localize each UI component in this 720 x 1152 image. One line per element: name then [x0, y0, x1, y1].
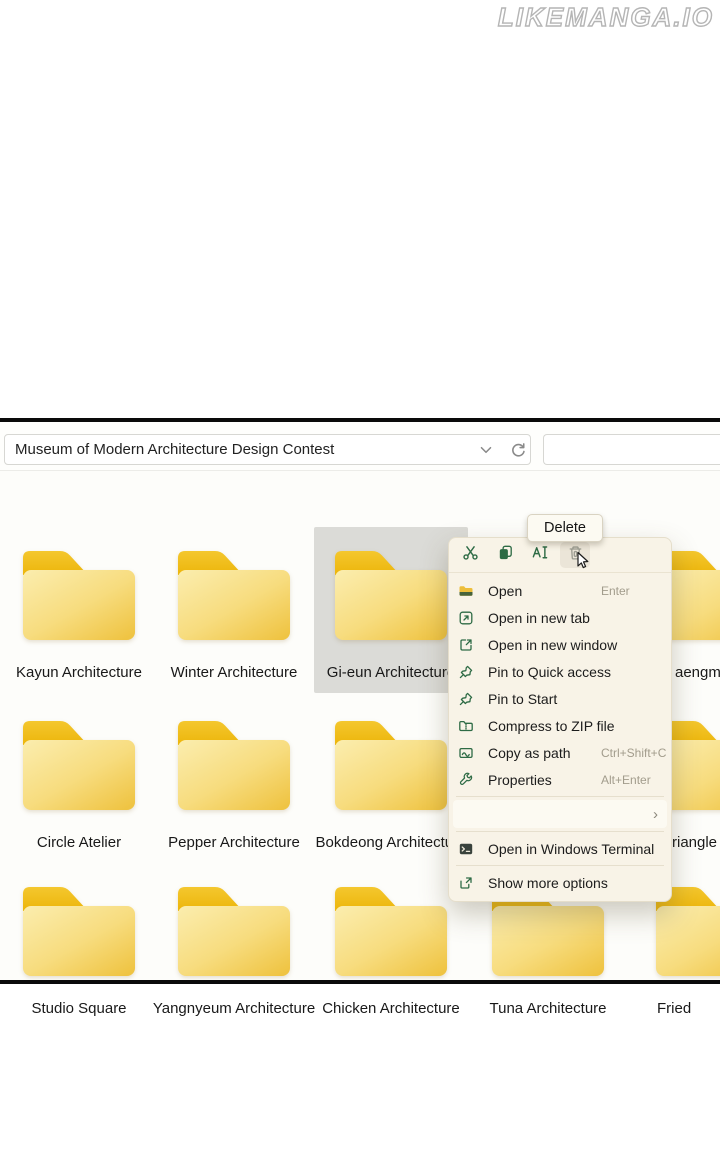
folder-label: Gi-eun Architecture	[327, 661, 455, 685]
menu-item-show-more-options[interactable]: Show more options	[449, 869, 671, 896]
menu-item-properties[interactable]: Properties Alt+Enter	[449, 766, 671, 793]
properties-icon	[458, 771, 475, 788]
menu-item-open[interactable]: Open Enter	[449, 577, 671, 604]
search-input[interactable]	[543, 434, 720, 465]
explorer-toolbar: Museum of Modern Architecture Design Con…	[0, 422, 720, 471]
copy-icon	[496, 543, 515, 567]
site-watermark: LIKEMANGA.IO	[498, 2, 714, 33]
menu-item-shortcut: Enter	[601, 584, 630, 598]
menu-item-label: Open in Windows Terminal	[488, 841, 654, 857]
menu-separator	[456, 831, 664, 832]
folder-item[interactable]: Circle Atelier	[15, 713, 143, 818]
menu-item-label: Compress to ZIP file	[488, 718, 615, 734]
cut-button[interactable]	[455, 542, 485, 568]
copy-path-icon	[458, 744, 475, 761]
new-tab-icon	[458, 609, 475, 626]
folder-label: Circle Atelier	[37, 831, 121, 855]
menu-item-compress-to-zip-file[interactable]: Compress to ZIP file	[449, 712, 671, 739]
menu-item-open-in-new-tab[interactable]: Open in new tab	[449, 604, 671, 631]
folder-icon	[170, 879, 298, 984]
folder-icon	[170, 543, 298, 648]
menu-item-label: Open in new window	[488, 637, 617, 653]
menu-item-copy-as-path[interactable]: Copy as path Ctrl+Shift+C	[449, 739, 671, 766]
folder-label: aengmy	[675, 661, 720, 685]
menu-item-open-in-new-window[interactable]: Open in new window	[449, 631, 671, 658]
menu-separator	[456, 865, 664, 866]
folder-icon	[15, 879, 143, 984]
menu-item-label: Properties	[488, 772, 552, 788]
folder-item[interactable]: Kayun Architecture	[15, 543, 143, 648]
menu-item-label: Copy as path	[488, 745, 571, 761]
folder-icon	[327, 543, 455, 648]
menu-item-pin-to-quick-access[interactable]: Pin to Quick access	[449, 658, 671, 685]
menu-item-submenu[interactable]: ›	[453, 800, 667, 828]
folder-label: Winter Architecture	[171, 661, 298, 685]
show-more-icon	[458, 874, 475, 891]
folder-item[interactable]: Yangnyeum Architecture	[170, 879, 298, 984]
folder-item[interactable]: Pepper Architecture	[170, 713, 298, 818]
rename-button[interactable]	[525, 542, 555, 568]
refresh-icon[interactable]	[509, 441, 527, 459]
folder-icon	[458, 582, 475, 599]
menu-item-label: Open in new tab	[488, 610, 590, 626]
rename-icon	[531, 543, 550, 567]
pin-icon	[458, 663, 475, 680]
file-explorer-window: Museum of Modern Architecture Design Con…	[0, 418, 720, 984]
folder-icon	[327, 713, 455, 818]
folder-label: Tuna Architecture	[489, 997, 606, 1021]
address-bar-text: Museum of Modern Architecture Design Con…	[15, 435, 334, 464]
folder-label: Studio Square	[31, 997, 126, 1021]
folder-label: riangle	[672, 831, 717, 855]
folder-item[interactable]: Winter Architecture	[170, 543, 298, 648]
folder-icon	[15, 713, 143, 818]
folder-label: Kayun Architecture	[16, 661, 142, 685]
menu-separator	[456, 796, 664, 797]
menu-item-shortcut: Alt+Enter	[601, 773, 651, 787]
folder-icon	[327, 879, 455, 984]
folder-icon	[15, 543, 143, 648]
menu-item-pin-to-start[interactable]: Pin to Start	[449, 685, 671, 712]
folder-item[interactable]: Gi-eun Architecture	[327, 543, 455, 648]
quick-actions-band	[449, 538, 671, 573]
context-menu-items: Open Enter Open in new tab Open in new wind…	[449, 573, 671, 896]
menu-item-label: Open	[488, 583, 522, 599]
chevron-down-icon[interactable]	[477, 441, 495, 459]
folder-icon	[170, 713, 298, 818]
copy-button[interactable]	[490, 542, 520, 568]
comic-page: LIKEMANGA.IO Museum of Modern Architectu…	[0, 0, 720, 1152]
menu-item-label: Pin to Quick access	[488, 664, 611, 680]
cut-icon	[461, 543, 480, 567]
folder-item[interactable]: Studio Square	[15, 879, 143, 984]
chevron-right-icon: ›	[653, 806, 658, 823]
menu-item-shortcut: Ctrl+Shift+C	[601, 746, 666, 760]
folder-label: Yangnyeum Architecture	[153, 997, 315, 1021]
folder-label: Chicken Architecture	[322, 997, 460, 1021]
terminal-icon	[458, 840, 475, 857]
delete-tooltip: Delete	[527, 514, 603, 542]
folder-label: Pepper Architecture	[168, 831, 300, 855]
pin-icon	[458, 690, 475, 707]
menu-item-open-in-windows-terminal[interactable]: Open in Windows Terminal	[449, 835, 671, 862]
folder-label: Fried	[657, 997, 691, 1021]
menu-item-label: Show more options	[488, 875, 608, 891]
mouse-cursor-icon	[575, 551, 590, 571]
menu-item-label: Pin to Start	[488, 691, 557, 707]
folder-item[interactable]: Bokdeong Architecture	[327, 713, 455, 818]
context-menu: Open Enter Open in new tab Open in new wind…	[448, 537, 672, 902]
new-window-icon	[458, 636, 475, 653]
zip-icon	[458, 717, 475, 734]
address-bar[interactable]: Museum of Modern Architecture Design Con…	[4, 434, 531, 465]
folder-item[interactable]: Chicken Architecture	[327, 879, 455, 984]
folder-label: Bokdeong Architecture	[316, 831, 467, 855]
